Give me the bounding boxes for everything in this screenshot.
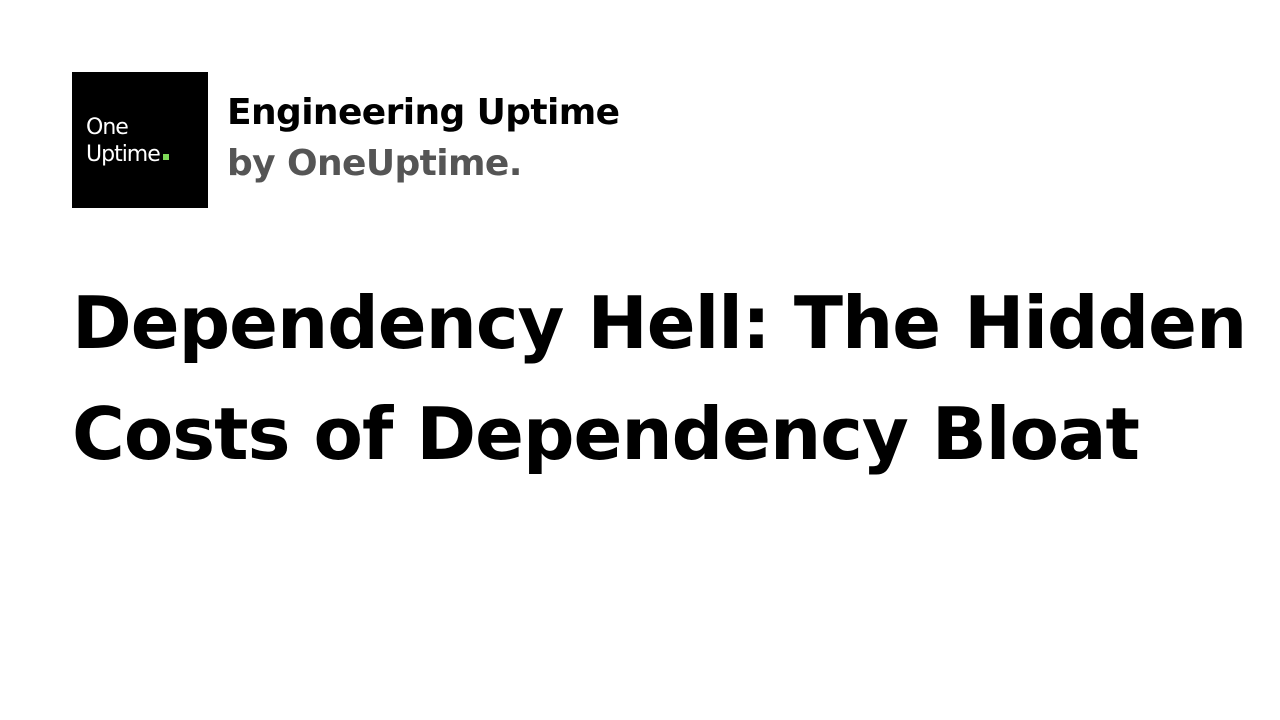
- brand-block: Engineering Uptime by OneUptime.: [227, 89, 620, 191]
- brand-title: Engineering Uptime: [227, 92, 620, 133]
- logo-wordmark: One Uptime: [86, 114, 169, 168]
- article-title: Dependency Hell: The Hidden Costs of Dep…: [72, 281, 1247, 476]
- blog-header: One Uptime Engineering Uptime by OneUpti…: [72, 72, 620, 208]
- logo-line-two: Uptime: [86, 141, 169, 168]
- logo-dot-icon: [162, 154, 169, 160]
- oneuptime-logo: One Uptime: [72, 72, 208, 208]
- blog-cover: One Uptime Engineering Uptime by OneUpti…: [0, 0, 1280, 720]
- logo-line-one: One: [86, 115, 129, 140]
- brand-subtitle: by OneUptime.: [227, 143, 522, 184]
- logo-line-two-text: Uptime: [86, 142, 161, 167]
